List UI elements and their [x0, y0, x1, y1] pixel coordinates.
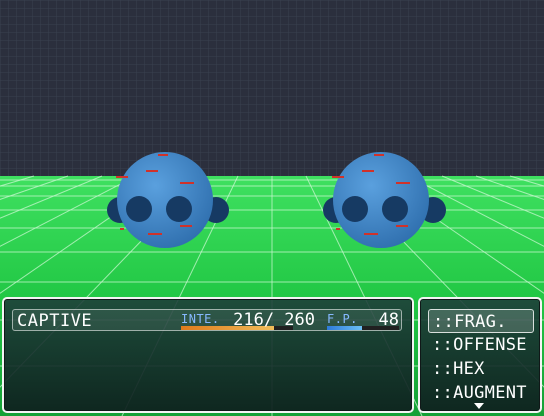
- battle-status-window: CAPTIVE INTE. 216/ 260 F.P. 48: [2, 297, 414, 413]
- inte-label: INTE.: [181, 312, 220, 326]
- fp-value: 48: [378, 310, 399, 330]
- command-offense[interactable]: ::OFFENSE: [428, 333, 534, 357]
- actor-command-window: ::FRAG. ::OFFENSE ::HEX ::AUGMENT: [418, 297, 542, 413]
- actor-status-row[interactable]: CAPTIVE INTE. 216/ 260 F.P. 48: [12, 309, 402, 331]
- command-augment[interactable]: ::AUGMENT: [428, 381, 534, 405]
- inte-value: 216/ 260: [233, 310, 315, 330]
- command-hex[interactable]: ::HEX: [428, 357, 534, 381]
- sky-grid: [0, 0, 544, 180]
- scroll-down-arrow-icon[interactable]: [474, 403, 484, 409]
- command-frag[interactable]: ::FRAG.: [428, 309, 534, 333]
- actor-name: CAPTIVE: [17, 311, 93, 331]
